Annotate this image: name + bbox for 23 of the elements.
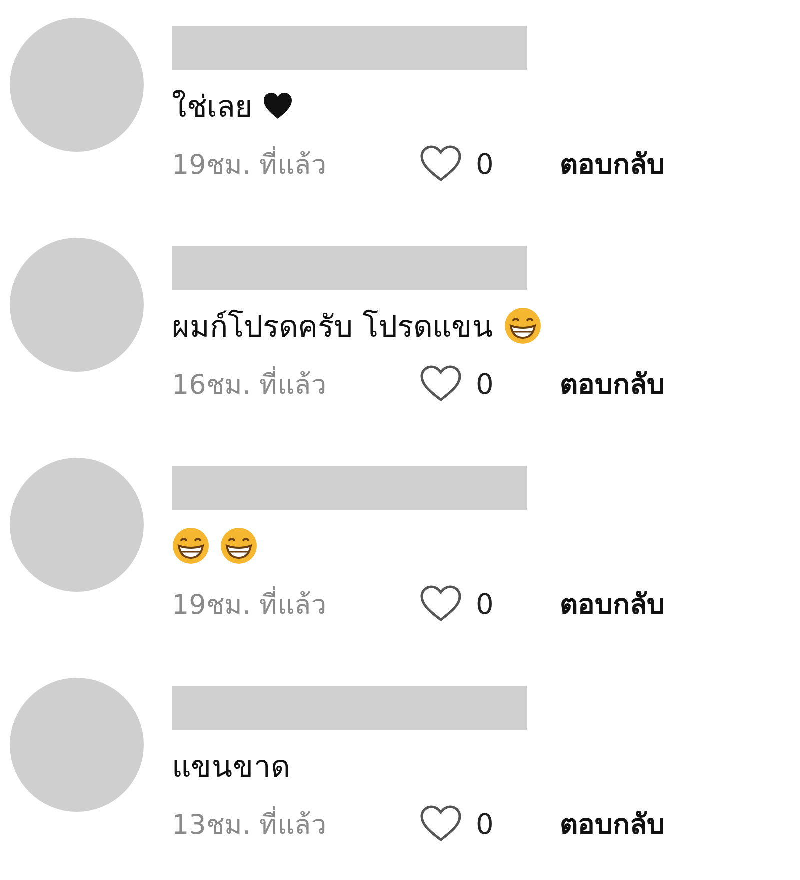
comment-text: ใช่เลย bbox=[172, 88, 253, 126]
heart-outline-icon[interactable] bbox=[420, 805, 462, 843]
grin-emoji-icon bbox=[504, 307, 542, 345]
comment-text: ผมก์โปรดครับ โปรดแขน bbox=[172, 308, 494, 346]
heart-icon bbox=[263, 92, 293, 120]
like-count: 0 bbox=[476, 588, 494, 620]
heart-outline-icon[interactable] bbox=[420, 365, 462, 403]
reply-link[interactable]: ตอบกลับ bbox=[560, 802, 665, 846]
grin-emoji-icon bbox=[220, 527, 258, 565]
reply-link[interactable]: ตอบกลับ bbox=[560, 582, 665, 626]
comment-text: แขนขาด bbox=[172, 748, 290, 786]
grin-emoji-icon bbox=[172, 527, 210, 565]
reply-link[interactable]: ตอบกลับ bbox=[560, 362, 665, 406]
like-count: 0 bbox=[476, 808, 494, 840]
heart-outline-icon[interactable] bbox=[420, 585, 462, 623]
comment-time: 19ชม. ที่แล้ว bbox=[172, 582, 420, 626]
comment-time: 13ชม. ที่แล้ว bbox=[172, 802, 420, 846]
comment-time: 16ชม. ที่แล้ว bbox=[172, 362, 420, 406]
like-count: 0 bbox=[476, 368, 494, 400]
comment-time: 19ชม. ที่แล้ว bbox=[172, 142, 420, 186]
reply-link[interactable]: ตอบกลับ bbox=[560, 142, 665, 186]
like-count: 0 bbox=[476, 148, 494, 180]
heart-outline-icon[interactable] bbox=[420, 145, 462, 183]
